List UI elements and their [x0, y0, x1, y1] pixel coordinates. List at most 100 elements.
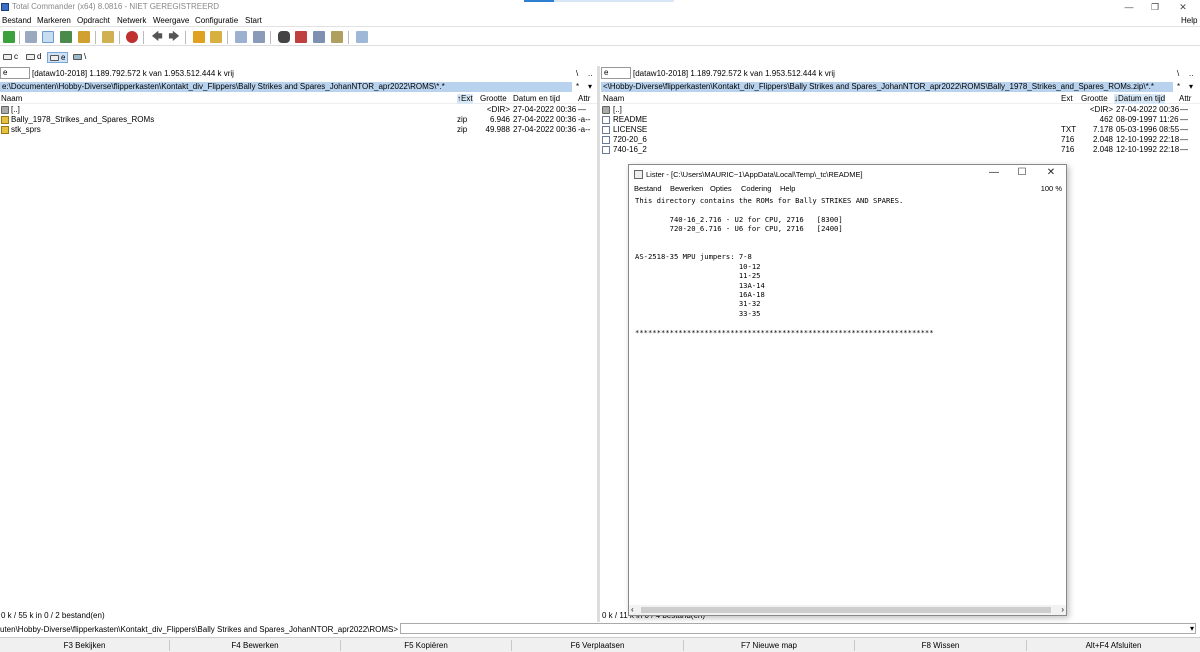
file-size: <DIR> — [1089, 105, 1113, 114]
drive-button-e[interactable]: e — [47, 52, 69, 63]
f5-copy-button[interactable]: F5 Kopiëren — [341, 640, 512, 651]
column-size[interactable]: Grootte — [1081, 94, 1108, 104]
restore-button[interactable]: ❐ — [1144, 0, 1166, 14]
lister-close-button[interactable]: ✕ — [1038, 166, 1064, 180]
multi-rename-icon[interactable] — [253, 31, 265, 43]
zip-icon — [1, 126, 9, 134]
right-drive-select[interactable]: e — [601, 67, 631, 79]
drive-button-d[interactable]: d — [24, 52, 43, 61]
column-ext[interactable]: Ext — [1061, 94, 1073, 104]
invert-selection-icon[interactable] — [102, 31, 114, 43]
column-date[interactable]: Datum en tijd — [513, 94, 560, 104]
column-name[interactable]: Naam — [1, 94, 22, 104]
lister-minimize-button[interactable]: — — [981, 166, 1007, 180]
alt-f4-exit-button[interactable]: Alt+F4 Afsluiten — [1027, 640, 1200, 651]
column-date[interactable]: ↓Datum en tijd — [1114, 94, 1166, 104]
notepad-icon[interactable] — [356, 31, 368, 43]
left-path-text: e:\Documenten\Hobby-Diverse\flipperkaste… — [2, 82, 445, 91]
file-row[interactable]: Bally_1978_Strikes_and_Spares_ROMs zip 6.9… — [0, 115, 598, 125]
drive-button-c[interactable]: c — [1, 52, 20, 61]
f3-view-button[interactable]: F3 Bekijken — [0, 640, 170, 651]
pack-icon[interactable] — [193, 31, 205, 43]
sync-dirs-icon[interactable] — [295, 31, 307, 43]
tree-icon[interactable] — [78, 31, 90, 43]
brief-view-icon[interactable] — [25, 31, 37, 43]
file-row[interactable]: [..] <DIR> 27-04-2022 00:36— — [601, 105, 1200, 115]
file-row[interactable]: 740-16_2 716 2.048 12-10-1992 22:18— — [601, 145, 1200, 155]
back-arrow-icon[interactable]: 🡄 — [151, 31, 163, 43]
menu-start[interactable]: Start — [245, 16, 262, 25]
minimize-button[interactable]: — — [1118, 0, 1140, 14]
app-icon — [1, 3, 9, 11]
menu-weergave[interactable]: Weergave — [153, 16, 189, 25]
file-size: 6.946 — [489, 115, 510, 124]
f7-new-folder-button[interactable]: F7 Nieuwe map — [684, 640, 855, 651]
f6-move-button[interactable]: F6 Verplaatsen — [512, 640, 684, 651]
lister-text-content[interactable]: This directory contains the ROMs for Bal… — [635, 196, 1055, 601]
lister-horizontal-scrollbar[interactable]: ‹ › — [629, 605, 1066, 615]
column-attr[interactable]: Attr — [578, 94, 590, 104]
lister-menu-help[interactable]: Help — [780, 184, 795, 193]
ftp-new-icon[interactable] — [331, 31, 343, 43]
menu-netwerk[interactable]: Netwerk — [117, 16, 146, 25]
lister-menu-bewerken[interactable]: Bewerken — [670, 184, 703, 193]
thumbnails-icon[interactable] — [60, 31, 72, 43]
menu-configuratie[interactable]: Configuratie — [195, 16, 238, 25]
lister-scroll-thumb[interactable] — [641, 607, 1051, 613]
right-parent-button[interactable]: .. — [1189, 69, 1193, 78]
panel-splitter[interactable] — [597, 66, 600, 622]
lister-title: Lister - [C:\Users\MAURIC~1\AppData\Loca… — [646, 170, 863, 179]
file-name: stk_sprs — [11, 125, 41, 134]
column-attr[interactable]: Attr — [1179, 94, 1191, 104]
right-root-button[interactable]: \ — [1177, 69, 1179, 78]
left-history-button[interactable]: ▾ — [588, 82, 592, 91]
file-row[interactable]: stk_sprs zip 49.988 27-04-2022 00:36 -a-- — [0, 125, 598, 135]
file-date: 08-09-1997 11:26 — [1116, 115, 1179, 124]
file-row[interactable]: README 462 08-09-1997 11:26— — [601, 115, 1200, 125]
find-files-icon[interactable] — [235, 31, 247, 43]
scroll-right-icon[interactable]: › — [1061, 605, 1064, 615]
right-filter[interactable]: * — [1177, 82, 1180, 91]
left-parent-button[interactable]: .. — [588, 69, 592, 78]
command-history-icon[interactable]: ▾ — [1190, 624, 1194, 633]
f8-delete-button[interactable]: F8 Wissen — [855, 640, 1027, 651]
menu-bestand[interactable]: Bestand — [2, 16, 31, 25]
close-button[interactable]: ✕ — [1172, 0, 1194, 14]
command-input[interactable] — [400, 623, 1196, 634]
right-path-bar[interactable]: <\Hobby-Diverse\flipperkasten\Kontakt_di… — [601, 82, 1173, 92]
file-row[interactable]: [..] <DIR> 27-04-2022 00:36— — [0, 105, 598, 115]
scroll-left-icon[interactable]: ‹ — [631, 605, 634, 615]
refresh-icon[interactable] — [3, 31, 15, 43]
compare-icon[interactable] — [126, 31, 138, 43]
document-icon — [602, 116, 610, 124]
menu-bar: Bestand Markeren Opdracht Netwerk Weerga… — [0, 14, 1200, 27]
column-size[interactable]: Grootte — [480, 94, 507, 104]
left-root-button[interactable]: \ — [576, 69, 578, 78]
lister-menu-codering[interactable]: Codering — [741, 184, 771, 193]
right-history-button[interactable]: ▾ — [1189, 82, 1193, 91]
forward-arrow-icon[interactable]: 🡆 — [168, 31, 180, 43]
left-drive-select[interactable]: e — [0, 67, 30, 79]
file-row[interactable]: LICENSE TXT 7.178 05-03-1996 08:55— — [601, 125, 1200, 135]
binoculars-icon[interactable] — [278, 31, 290, 43]
full-view-icon[interactable] — [42, 31, 54, 43]
file-attr: — — [1180, 105, 1188, 114]
lister-vertical-scrollbar[interactable] — [1057, 196, 1066, 604]
lister-maximize-button[interactable]: ☐ — [1009, 166, 1035, 180]
column-name[interactable]: Naam — [603, 94, 624, 104]
lister-menu-bestand[interactable]: Bestand — [634, 184, 662, 193]
left-path-bar[interactable]: e:\Documenten\Hobby-Diverse\flipperkaste… — [0, 82, 572, 92]
unpack-icon[interactable] — [210, 31, 222, 43]
menu-help[interactable]: Help — [1181, 16, 1197, 25]
drive-button-network[interactable]: \ — [71, 52, 88, 61]
column-ext[interactable]: ↑Ext — [457, 94, 473, 104]
menu-markeren[interactable]: Markeren — [37, 16, 71, 25]
f4-edit-button[interactable]: F4 Bewerken — [170, 640, 341, 651]
right-path-text: <\Hobby-Diverse\flipperkasten\Kontakt_di… — [603, 82, 1155, 91]
ftp-connect-icon[interactable] — [313, 31, 325, 43]
left-filter[interactable]: * — [576, 82, 579, 91]
file-name: [..] — [11, 105, 20, 114]
menu-opdracht[interactable]: Opdracht — [77, 16, 110, 25]
lister-menu-opties[interactable]: Opties — [710, 184, 732, 193]
file-row[interactable]: 720-20_6 716 2.048 12-10-1992 22:18— — [601, 135, 1200, 145]
